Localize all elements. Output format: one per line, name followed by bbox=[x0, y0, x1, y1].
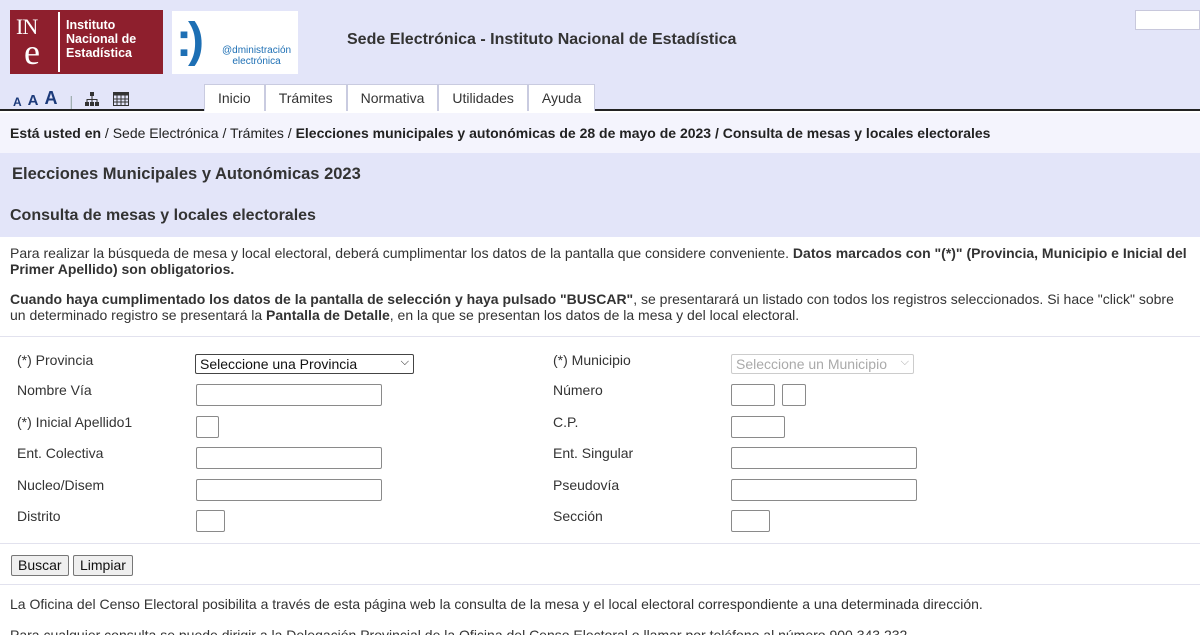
page-title: Elecciones Municipales y Autonómicas 202… bbox=[12, 165, 361, 183]
ent-colectiva-input[interactable] bbox=[196, 447, 382, 469]
font-size-large-button[interactable]: A bbox=[45, 88, 58, 109]
breadcrumb-item-tramites[interactable]: Trámites bbox=[230, 125, 284, 141]
nucleo-label: Nucleo/Disem bbox=[17, 477, 105, 493]
provincia-label: (*) Provincia bbox=[17, 352, 94, 368]
numero-label: Número bbox=[553, 382, 603, 398]
ent-singular-label: Ent. Singular bbox=[553, 445, 634, 461]
breadcrumb-current: Elecciones municipales y autonómicas de … bbox=[295, 125, 991, 141]
tab-inicio[interactable]: Inicio bbox=[204, 84, 265, 111]
sitemap-icon[interactable] bbox=[85, 92, 100, 109]
nucleo-input[interactable] bbox=[196, 479, 382, 501]
breadcrumb-prefix: Está usted en bbox=[10, 125, 102, 141]
accessibility-tools: A A A | bbox=[13, 88, 130, 109]
nombre-via-input[interactable] bbox=[196, 384, 382, 406]
breadcrumb: Está usted en / Sede Electrónica / Trámi… bbox=[0, 113, 1200, 153]
pseudovia-label: Pseudovía bbox=[553, 477, 620, 493]
adm-logo-text: @dministración electrónica bbox=[222, 45, 292, 67]
tab-utilidades[interactable]: Utilidades bbox=[438, 84, 528, 111]
limpiar-button[interactable]: Limpiar bbox=[73, 555, 133, 576]
font-size-medium-button[interactable]: A bbox=[28, 92, 39, 109]
ine-mark: IN e bbox=[12, 12, 58, 72]
buscar-button[interactable]: Buscar bbox=[11, 555, 69, 576]
site-title: Sede Electrónica - Instituto Nacional de… bbox=[347, 31, 737, 48]
municipio-label: (*) Municipio bbox=[553, 352, 631, 368]
ent-colectiva-label: Ent. Colectiva bbox=[17, 445, 104, 461]
tab-tramites[interactable]: Trámites bbox=[264, 84, 347, 111]
tab-normativa[interactable]: Normativa bbox=[346, 84, 439, 111]
page-subtitle: Consulta de mesas y locales electorales bbox=[10, 207, 316, 224]
main-nav-tabs: Inicio Trámites Normativa Utilidades Ayu… bbox=[204, 84, 596, 111]
seccion-input[interactable] bbox=[731, 510, 770, 532]
inicial-apellido-label: (*) Inicial Apellido1 bbox=[17, 414, 133, 430]
nombre-via-label: Nombre Vía bbox=[17, 382, 92, 398]
provincia-select[interactable]: Seleccione una Provincia ⌵ bbox=[195, 354, 414, 374]
ent-singular-input[interactable] bbox=[731, 447, 917, 469]
intro-paragraph-1: Para realizar la búsqueda de mesa y loca… bbox=[10, 245, 1187, 277]
municipio-select[interactable]: Seleccione un Municipio ⌵ bbox=[731, 354, 914, 374]
info-text-2: Para cualquier consulta se puede dirigir… bbox=[10, 627, 908, 635]
calendar-icon[interactable] bbox=[113, 92, 130, 109]
tab-ayuda[interactable]: Ayuda bbox=[527, 84, 596, 111]
ine-logo[interactable]: IN e Instituto Nacional de Estadística bbox=[10, 10, 163, 74]
intro-paragraph-2: Cuando haya cumplimentado los datos de l… bbox=[10, 291, 1174, 323]
chevron-down-icon: ⌵ bbox=[900, 356, 909, 368]
info-text-1: La Oficina del Censo Electoral posibilit… bbox=[10, 596, 983, 612]
inicial-apellido-input[interactable] bbox=[196, 416, 219, 438]
top-search-input[interactable] bbox=[1135, 10, 1200, 30]
seccion-label: Sección bbox=[553, 508, 603, 524]
numero-extra-input[interactable] bbox=[782, 384, 806, 406]
distrito-input[interactable] bbox=[196, 510, 225, 532]
site-header: IN e Instituto Nacional de Estadística :… bbox=[0, 0, 1200, 111]
numero-input[interactable] bbox=[731, 384, 775, 406]
pseudovia-input[interactable] bbox=[731, 479, 917, 501]
tools-divider: | bbox=[69, 93, 74, 109]
form-actions: Buscar Limpiar bbox=[0, 545, 1200, 585]
ine-logo-text: Instituto Nacional de Estadística bbox=[58, 12, 161, 72]
font-size-small-button[interactable]: A bbox=[13, 95, 22, 109]
chevron-down-icon: ⌵ bbox=[400, 356, 409, 368]
cp-input[interactable] bbox=[731, 416, 785, 438]
smile-icon: :) bbox=[176, 14, 204, 67]
cp-label: C.P. bbox=[553, 414, 579, 430]
search-form: (*) Provincia Seleccione una Provincia ⌵… bbox=[0, 336, 1200, 544]
breadcrumb-item-sede[interactable]: Sede Electrónica bbox=[113, 125, 219, 141]
intro-text: Para realizar la búsqueda de mesa y loca… bbox=[10, 245, 1190, 338]
distrito-label: Distrito bbox=[17, 508, 61, 524]
administracion-electronica-logo[interactable]: :) @dministración electrónica bbox=[172, 11, 298, 74]
